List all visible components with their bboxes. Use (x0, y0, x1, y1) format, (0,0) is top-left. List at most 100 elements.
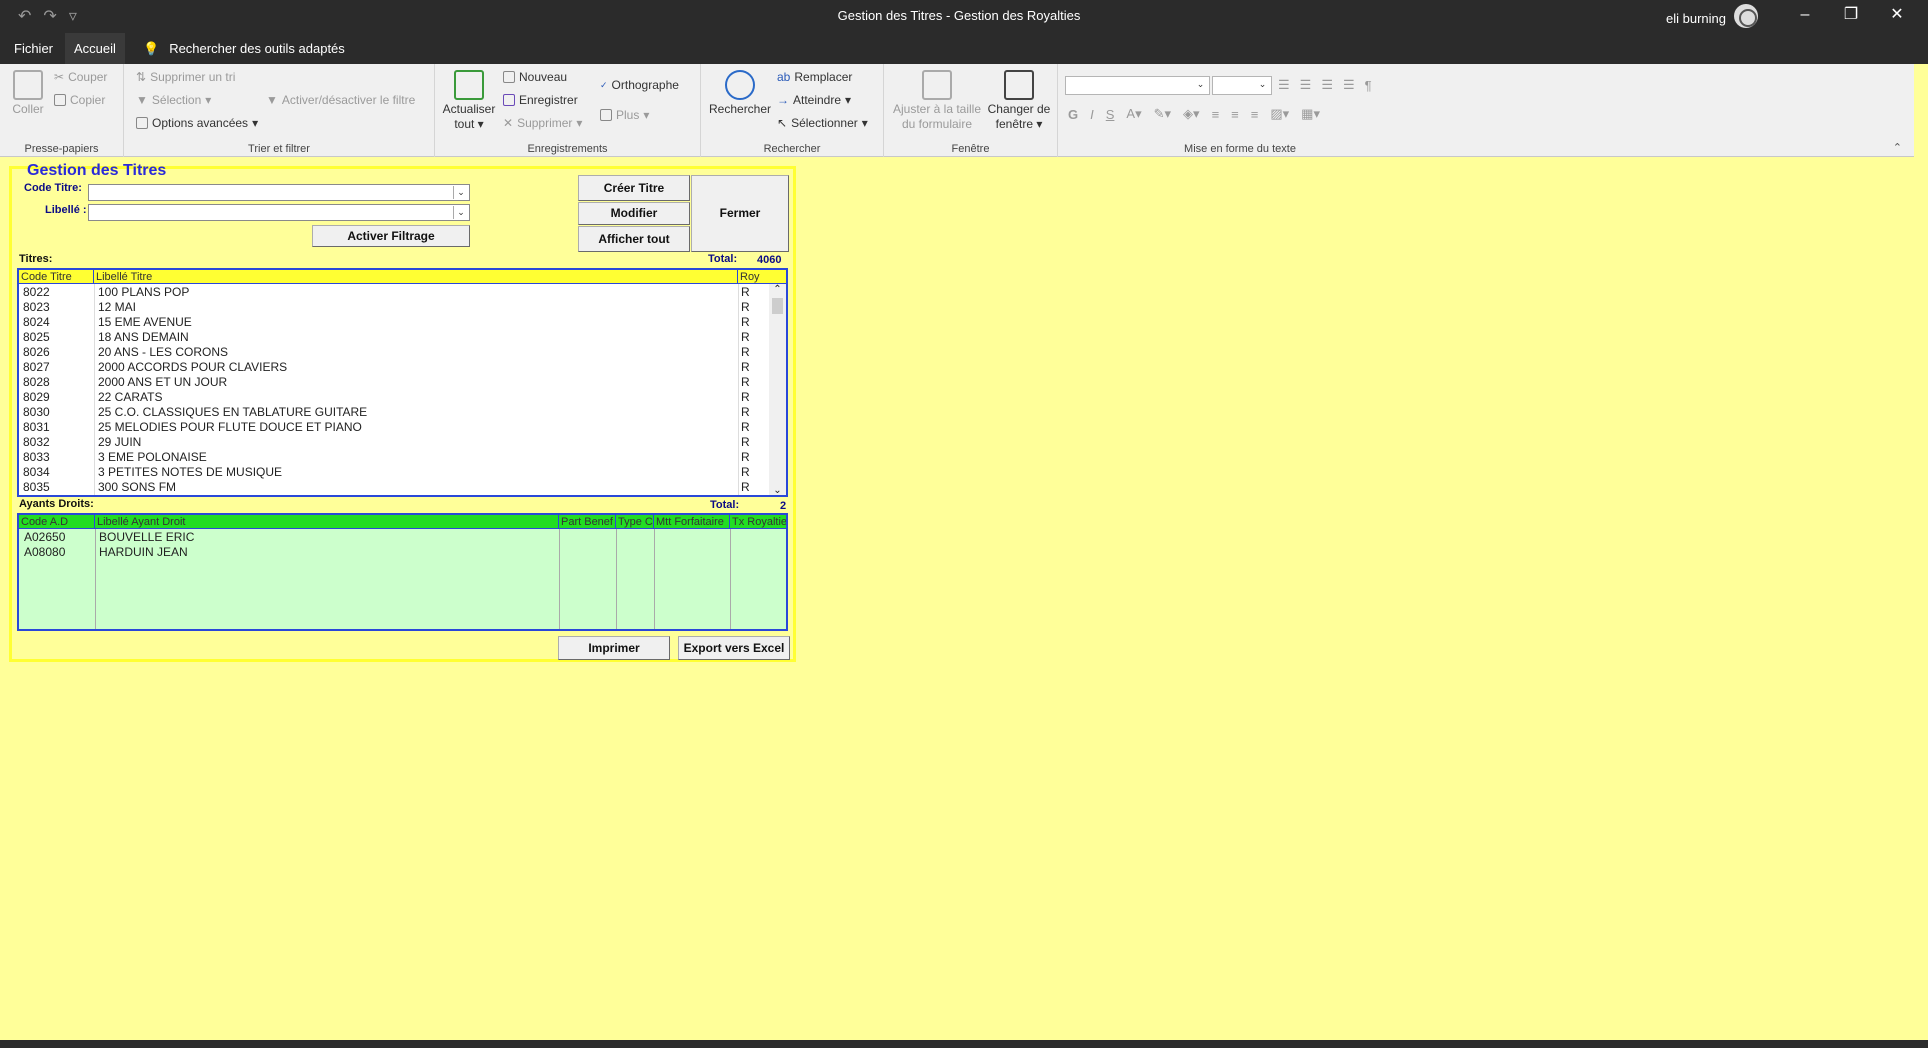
header-libelle-ayant-droit[interactable]: Libellé Ayant Droit (95, 515, 559, 529)
minimize-icon[interactable]: – (1782, 0, 1828, 32)
table-row[interactable]: A02650 BOUVELLE ERIC (19, 530, 786, 545)
ayants-droits-list[interactable]: Code A.D Libellé Ayant Droit Part Benef … (17, 513, 788, 631)
table-row[interactable]: 8028 2000 ANS ET UN JOUR R (19, 375, 769, 390)
table-row[interactable]: 8031 25 MELODIES POUR FLUTE DOUCE ET PIAN… (19, 420, 769, 435)
titres-list[interactable]: Code Titre Libellé Titre Roy 8022 100 PLA… (17, 268, 788, 497)
table-row[interactable]: 8032 29 JUIN R (19, 435, 769, 450)
activer-filtrage-button[interactable]: Activer Filtrage (312, 225, 470, 247)
scroll-up-icon[interactable]: ⌃ (769, 284, 786, 296)
tell-me-search[interactable]: 💡 Rechercher des outils adaptés (143, 33, 345, 64)
imprimer-button[interactable]: Imprimer (558, 636, 670, 660)
header-part-benef[interactable]: Part Benef (559, 515, 616, 529)
cut-button[interactable]: ✂ Couper (54, 70, 107, 84)
save-record-button[interactable]: Enregistrer (503, 93, 578, 107)
code-titre-cell: 8028 (23, 375, 50, 389)
header-mtt-forfaitaire[interactable]: Mtt Forfaitaire (654, 515, 730, 529)
delete-record-button[interactable]: ✕ Supprimer ▾ (503, 116, 582, 130)
advanced-options-button[interactable]: Options avancées ▾ (136, 116, 258, 130)
header-code-ad[interactable]: Code A.D (19, 515, 95, 529)
libelle-ayant-droit-cell: BOUVELLE ERIC (99, 530, 195, 544)
titres-form: Gestion des Titres Code Titre: ⌄ Libellé… (9, 162, 796, 662)
outdent-icon[interactable]: ☰ (1343, 77, 1355, 93)
align-right-icon[interactable]: ≡ (1251, 107, 1259, 122)
gridlines-icon[interactable]: ▦▾ (1301, 106, 1320, 122)
header-code-titre[interactable]: Code Titre (19, 270, 94, 284)
font-name-combo[interactable]: ⌄ (1065, 76, 1210, 95)
select-button[interactable]: ↖ Sélectionner ▾ (777, 116, 868, 130)
table-row[interactable]: 8023 12 MAI R (19, 300, 769, 315)
code-titre-combo[interactable]: ⌄ (88, 184, 470, 201)
header-roy[interactable]: Roy (738, 270, 786, 284)
export-excel-button[interactable]: Export vers Excel (678, 636, 790, 660)
table-row[interactable]: 8022 100 PLANS POP R (19, 285, 769, 300)
chevron-down-icon[interactable]: ⌄ (453, 206, 468, 219)
more-button[interactable]: Plus ▾ (600, 108, 649, 122)
remove-sort-button[interactable]: ⇅ Supprimer un tri (136, 70, 235, 84)
creer-titre-button[interactable]: Créer Titre (578, 175, 690, 201)
afficher-tout-button[interactable]: Afficher tout (578, 226, 690, 252)
rtl-icon[interactable]: ¶ (1365, 78, 1372, 93)
header-libelle-titre[interactable]: Libellé Titre (94, 270, 738, 284)
libelle-combo[interactable]: ⌄ (88, 204, 470, 221)
table-row[interactable]: 8034 3 PETITES NOTES DE MUSIQUE R (19, 465, 769, 480)
refresh-all-button[interactable]: Actualiser tout ▾ (441, 70, 497, 132)
table-row[interactable]: 8030 25 C.O. CLASSIQUES EN TABLATURE GUIT… (19, 405, 769, 420)
font-color-icon[interactable]: A▾ (1126, 106, 1141, 122)
find-button[interactable]: Rechercher (709, 70, 771, 117)
indent-icon[interactable]: ☰ (1321, 77, 1333, 93)
group-clipboard: Coller ✂ Couper Copier Presse-papiers (0, 64, 124, 157)
table-row[interactable]: 8024 15 EME AVENUE R (19, 315, 769, 330)
alternate-color-icon[interactable]: ▨▾ (1270, 106, 1289, 122)
table-row[interactable]: 8026 20 ANS - LES CORONS R (19, 345, 769, 360)
header-type-c[interactable]: Type C (616, 515, 654, 529)
chevron-down-icon[interactable]: ⌄ (453, 186, 468, 199)
libelle-titre-cell: 2000 ANS ET UN JOUR (98, 375, 228, 389)
fermer-button[interactable]: Fermer (691, 175, 789, 252)
align-left-icon[interactable]: ≡ (1212, 107, 1220, 122)
roy-cell: R (741, 375, 750, 389)
replace-button[interactable]: ab Remplacer (777, 70, 852, 84)
titres-scrollbar[interactable]: ⌃ ⌄ (769, 284, 786, 495)
scroll-thumb[interactable] (772, 298, 783, 314)
group-window: Ajuster à la taille du formulaire Change… (884, 64, 1058, 157)
table-row[interactable]: A08080 HARDUIN JEAN (19, 545, 786, 560)
header-tx-royaltie[interactable]: Tx Royaltie (730, 515, 786, 529)
table-row[interactable]: 8029 22 CARATS R (19, 390, 769, 405)
align-center-icon[interactable]: ≡ (1231, 107, 1239, 122)
spelling-button[interactable]: ✓ Orthographe (600, 78, 679, 92)
paste-button[interactable]: Coller (8, 70, 48, 117)
close-icon[interactable]: ✕ (1874, 0, 1920, 32)
goto-button[interactable]: → Atteindre ▾ (777, 93, 851, 107)
table-row[interactable]: 8025 18 ANS DEMAIN R (19, 330, 769, 345)
new-record-button[interactable]: Nouveau (503, 70, 567, 84)
group-find: Rechercher ab Remplacer → Atteindre ▾ ↖ Séle… (701, 64, 884, 157)
copy-button[interactable]: Copier (54, 93, 105, 107)
fill-color-icon[interactable]: ◈▾ (1183, 106, 1200, 122)
tab-file[interactable]: Fichier (5, 33, 62, 64)
numbering-icon[interactable]: ☰ (1300, 77, 1312, 93)
selection-button[interactable]: ▼ Sélection ▾ (136, 93, 211, 107)
tab-home[interactable]: Accueil (65, 33, 125, 64)
bold-icon[interactable]: G (1068, 107, 1078, 122)
restore-icon[interactable]: ❐ (1828, 0, 1874, 32)
toggle-filter-button[interactable]: ▼ Activer/désactiver le filtre (266, 93, 415, 107)
bullets-icon[interactable]: ☰ (1278, 77, 1290, 93)
table-row[interactable]: 8035 300 SONS FM R (19, 480, 769, 495)
chevron-down-icon: ⌄ (1258, 79, 1267, 89)
collapse-ribbon-icon[interactable]: ⌃ (1893, 141, 1902, 154)
modifier-button[interactable]: Modifier (578, 202, 690, 225)
table-row[interactable]: 8033 3 EME POLONAISE R (19, 450, 769, 465)
underline-icon[interactable]: S (1106, 107, 1115, 122)
scroll-down-icon[interactable]: ⌄ (769, 485, 786, 495)
user-account[interactable]: eli burning (1666, 4, 1758, 28)
fit-to-form-button[interactable]: Ajuster à la taille du formulaire (892, 70, 982, 132)
font-size-combo[interactable]: ⌄ (1212, 76, 1272, 95)
titres-total-value: 4060 (757, 254, 782, 266)
italic-icon[interactable]: I (1090, 107, 1094, 122)
code-titre-cell: 8031 (23, 420, 50, 434)
new-label: Nouveau (519, 70, 568, 84)
highlight-icon[interactable]: ✎▾ (1154, 106, 1171, 122)
libelle-titre-cell: 25 C.O. CLASSIQUES EN TABLATURE GUITARE (98, 405, 368, 419)
switch-window-button[interactable]: Changer de fenêtre ▾ (984, 70, 1054, 132)
table-row[interactable]: 8027 2000 ACCORDS POUR CLAVIERS R (19, 360, 769, 375)
